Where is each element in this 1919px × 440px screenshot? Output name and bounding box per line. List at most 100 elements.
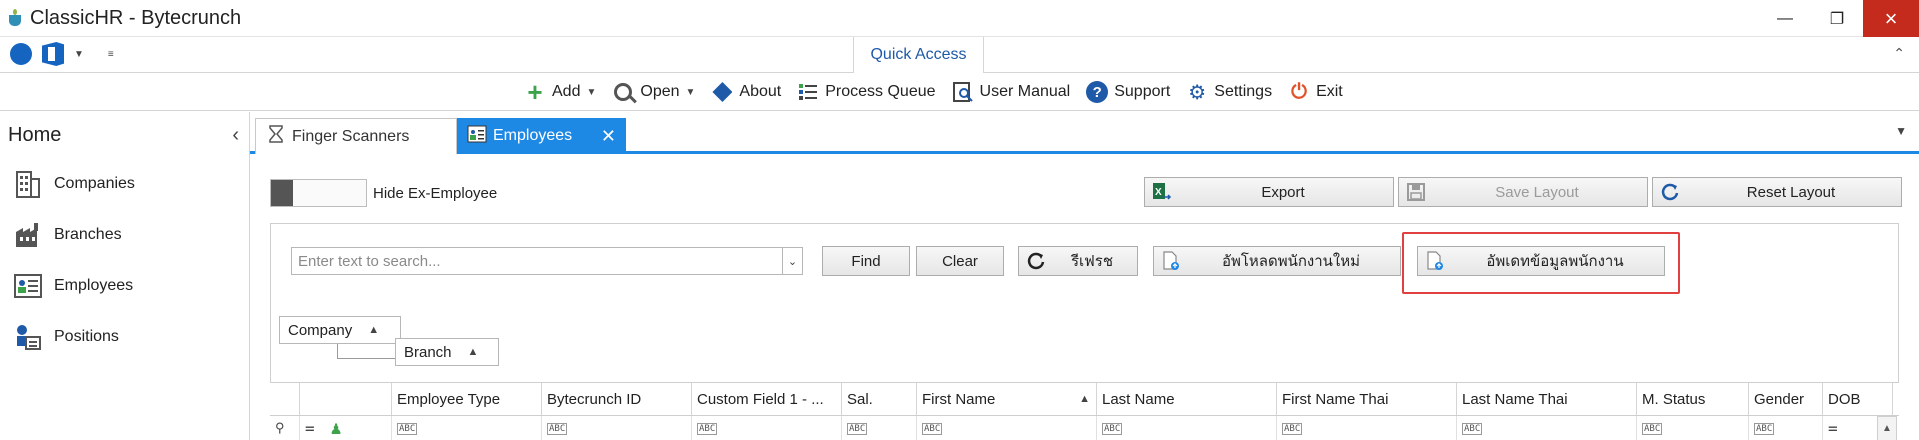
column-header[interactable]: Sal. xyxy=(842,383,917,415)
filter-cell[interactable]: ABC xyxy=(842,416,917,440)
employees-view: Hide Ex-Employee X Export Save Layout Re… xyxy=(256,157,1919,440)
text-filter-icon: ABC xyxy=(1102,422,1123,435)
sidebar: Home ‹ Companies Branches Employees Posi… xyxy=(0,112,250,440)
building-icon xyxy=(12,168,44,200)
window-controls: — ❐ × xyxy=(1759,0,1919,37)
sidebar-item-label: Companies xyxy=(54,174,135,192)
person-icon[interactable]: ♟ xyxy=(331,418,342,439)
process-queue-icon xyxy=(797,81,819,103)
filter-cell[interactable]: ABC xyxy=(1277,416,1457,440)
sort-asc-icon: ▲ xyxy=(368,324,380,336)
factory-icon xyxy=(12,219,44,251)
column-header[interactable]: Last Name xyxy=(1097,383,1277,415)
document-tab-strip: Finger Scanners Employees ✕ ▼ xyxy=(250,112,1919,154)
close-window-button[interactable]: × xyxy=(1863,0,1919,37)
save-layout-button[interactable]: Save Layout xyxy=(1398,177,1648,207)
chevron-down-icon[interactable]: ⌄ xyxy=(782,248,802,274)
search-box: ⌄ xyxy=(291,247,803,275)
text-filter-icon: ABC xyxy=(922,422,943,435)
employees-icon xyxy=(12,270,44,302)
filter-cell[interactable]: ABC xyxy=(392,416,542,440)
refresh-icon xyxy=(1025,250,1047,272)
app-menu-button[interactable] xyxy=(10,43,32,65)
excel-icon: X xyxy=(1151,181,1173,203)
hide-ex-employee-toggle[interactable] xyxy=(270,179,367,207)
scroll-up-button[interactable]: ▲ xyxy=(1877,416,1897,440)
group-by-company[interactable]: Company ▲ xyxy=(279,316,401,344)
pin-icon: ⚲ xyxy=(270,416,300,440)
tab-employees[interactable]: Employees ✕ xyxy=(457,118,626,154)
office-dropdown-caret[interactable]: ▼ xyxy=(74,49,84,60)
sidebar-item-positions[interactable]: Positions xyxy=(0,311,249,362)
sidebar-item-label: Employees xyxy=(54,276,134,294)
row-indicator-header xyxy=(270,383,300,415)
ribbon-collapse-icon[interactable]: ⌃ xyxy=(1893,45,1905,62)
filter-cell[interactable]: ABC xyxy=(1457,416,1637,440)
sidebar-item-companies[interactable]: Companies xyxy=(0,158,249,209)
column-header[interactable]: Last Name Thai xyxy=(1457,383,1637,415)
group-by-branch[interactable]: Branch ▲ xyxy=(395,338,499,366)
add-button[interactable]: + Add ▼ xyxy=(524,77,597,107)
upload-new-employees-button[interactable]: อัพโหลดพนักงานใหม่ xyxy=(1153,246,1401,276)
tab-list-dropdown-icon[interactable]: ▼ xyxy=(1895,124,1907,138)
exit-button[interactable]: ⏻ Exit xyxy=(1288,81,1343,103)
export-button[interactable]: X Export xyxy=(1144,177,1394,207)
svg-text:X: X xyxy=(1155,187,1162,198)
filter-cell[interactable]: ABC xyxy=(1637,416,1749,440)
text-filter-icon: ABC xyxy=(1462,422,1483,435)
grid-header: Employee Type Bytecrunch ID Custom Field… xyxy=(270,382,1899,416)
column-header[interactable]: Custom Field 1 - ... xyxy=(692,383,842,415)
user-manual-button[interactable]: User Manual xyxy=(952,81,1070,103)
text-filter-icon: ABC xyxy=(1754,422,1775,435)
column-header[interactable]: Employee Type xyxy=(392,383,542,415)
app-logo-icon xyxy=(8,9,22,27)
settings-button[interactable]: ⚙ Settings xyxy=(1186,81,1272,104)
about-button[interactable]: About xyxy=(711,81,781,103)
positions-icon xyxy=(12,321,44,353)
chevron-left-icon[interactable]: ‹ xyxy=(232,124,239,147)
sidebar-item-branches[interactable]: Branches xyxy=(0,209,249,260)
filter-cell[interactable]: ABC xyxy=(917,416,1097,440)
plus-icon: + xyxy=(527,77,543,107)
save-icon xyxy=(1405,181,1427,203)
column-header[interactable]: DOB xyxy=(1823,383,1893,415)
process-queue-button[interactable]: Process Queue xyxy=(797,81,936,103)
reset-layout-button[interactable]: Reset Layout xyxy=(1652,177,1902,207)
text-filter-icon: ABC xyxy=(547,422,568,435)
restore-button[interactable]: ❐ xyxy=(1811,0,1863,37)
close-tab-icon[interactable]: ✕ xyxy=(601,126,616,147)
filter-equals-icon[interactable]: = xyxy=(305,419,315,438)
customize-quick-access-icon[interactable]: ≡ xyxy=(108,49,114,60)
filter-cell[interactable]: ABC xyxy=(1749,416,1823,440)
grid-tools-header xyxy=(300,383,392,415)
quick-access-bar: ▼ ≡ Quick Access ⌃ xyxy=(0,37,1919,73)
hourglass-icon xyxy=(266,124,286,149)
auto-filter-row: ⚲ = ♟ ABC ABC ABC ABC ABC ABC ABC ABC AB… xyxy=(270,416,1899,440)
column-header[interactable]: Gender xyxy=(1749,383,1823,415)
support-button[interactable]: ? Support xyxy=(1086,81,1170,103)
column-header[interactable]: First Name ▲ xyxy=(917,383,1097,415)
quick-access-tab[interactable]: Quick Access xyxy=(853,37,984,73)
highlight-annotation xyxy=(1402,232,1680,294)
search-input[interactable] xyxy=(292,248,782,274)
chevron-down-icon: ▼ xyxy=(586,86,597,98)
sidebar-item-employees[interactable]: Employees xyxy=(0,260,249,311)
gear-icon: ⚙ xyxy=(1188,81,1207,104)
refresh-button[interactable]: รีเฟรช xyxy=(1018,246,1138,276)
filter-cell[interactable]: ABC xyxy=(542,416,692,440)
power-icon: ⏻ xyxy=(1291,80,1307,103)
title-bar: ClassicHR - Bytecrunch — ❐ × xyxy=(0,0,1919,37)
find-button[interactable]: Find xyxy=(822,246,910,276)
filter-cell[interactable]: ABC xyxy=(692,416,842,440)
employees-icon xyxy=(467,124,487,149)
sidebar-item-label: Positions xyxy=(54,327,119,345)
tab-finger-scanners[interactable]: Finger Scanners xyxy=(255,118,457,154)
office-icon[interactable] xyxy=(42,42,64,66)
open-button[interactable]: Open ▼ xyxy=(612,81,695,103)
column-header[interactable]: First Name Thai xyxy=(1277,383,1457,415)
column-header[interactable]: M. Status xyxy=(1637,383,1749,415)
minimize-button[interactable]: — xyxy=(1759,0,1811,37)
column-header[interactable]: Bytecrunch ID xyxy=(542,383,692,415)
filter-cell[interactable]: ABC xyxy=(1097,416,1277,440)
clear-button[interactable]: Clear xyxy=(916,246,1004,276)
